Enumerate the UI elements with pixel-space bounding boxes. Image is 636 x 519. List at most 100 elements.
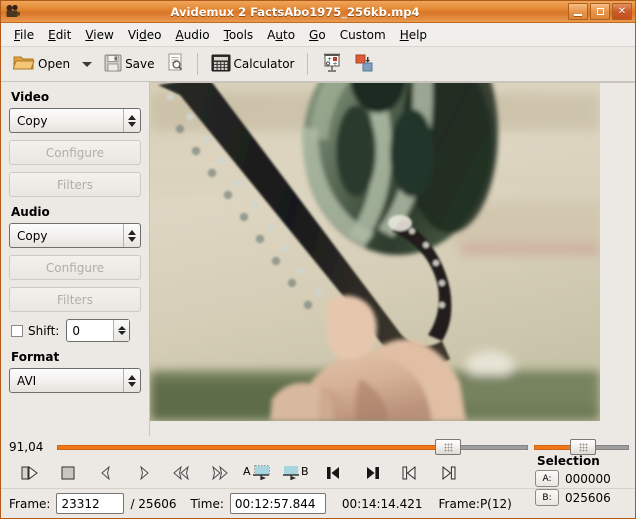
marker-a-icon: A bbox=[242, 463, 274, 483]
video-codec-value: Copy bbox=[10, 114, 123, 128]
chevron-right-icon bbox=[136, 465, 152, 481]
next-frame-button[interactable] bbox=[125, 460, 163, 486]
audio-codec-spinner[interactable] bbox=[123, 224, 140, 247]
audio-codec-combo[interactable]: Copy bbox=[9, 223, 141, 248]
format-container-spinner[interactable] bbox=[123, 369, 140, 392]
minimize-button[interactable] bbox=[568, 3, 588, 20]
chevron-down-icon bbox=[118, 331, 126, 335]
file-info-button[interactable] bbox=[162, 51, 188, 77]
timeline-slider[interactable] bbox=[57, 438, 528, 456]
chevron-up-icon bbox=[128, 375, 136, 380]
save-button[interactable]: Save bbox=[100, 51, 158, 77]
audio-codec-value: Copy bbox=[10, 229, 123, 243]
window-controls: ✕ bbox=[568, 3, 633, 20]
calculator-button[interactable]: Calculator bbox=[207, 51, 299, 77]
selection-b-row: B: 025606 bbox=[533, 489, 631, 506]
audio-shift-row: Shift: 0 bbox=[11, 319, 141, 342]
play-icon bbox=[20, 465, 40, 481]
window-title: Avidemux 2 FactsAbo1975_256kb.mp4 bbox=[22, 5, 568, 19]
format-container-value: AVI bbox=[10, 374, 123, 388]
goto-marker-a-button[interactable] bbox=[315, 460, 353, 486]
menu-file[interactable]: File bbox=[7, 26, 41, 44]
set-marker-b-button[interactable]: B bbox=[277, 460, 315, 486]
chevron-up-icon bbox=[118, 326, 126, 330]
maximize-button[interactable] bbox=[590, 3, 610, 20]
audio-shift-spinner[interactable] bbox=[113, 320, 129, 341]
rewind-button[interactable] bbox=[163, 460, 201, 486]
play-button[interactable] bbox=[11, 460, 49, 486]
frame-label: Frame: bbox=[9, 497, 50, 511]
grip-icon bbox=[579, 443, 588, 452]
menu-go[interactable]: Go bbox=[302, 26, 333, 44]
two-squares-icon bbox=[354, 53, 374, 76]
menu-video[interactable]: Video bbox=[121, 26, 169, 44]
video-section-title: Video bbox=[11, 90, 141, 104]
goto-end-button[interactable] bbox=[429, 460, 467, 486]
save-label: Save bbox=[125, 57, 154, 71]
selection-a-row: A: 000000 bbox=[533, 470, 631, 487]
audio-configure-button: Configure bbox=[9, 255, 141, 280]
skip-forward-filled-icon bbox=[363, 465, 381, 481]
chevron-down-icon[interactable] bbox=[82, 62, 92, 67]
video-preview-area[interactable] bbox=[149, 82, 635, 436]
menu-bar: File Edit View Video Audio Tools Auto Go… bbox=[1, 23, 635, 47]
video-codec-spinner[interactable] bbox=[123, 109, 140, 132]
frame-type-label: Frame:P(12) bbox=[439, 497, 512, 511]
transport-controls: A B bbox=[1, 458, 635, 488]
menu-auto[interactable]: Auto bbox=[260, 26, 302, 44]
stop-button[interactable] bbox=[49, 460, 87, 486]
timeline-handle[interactable] bbox=[435, 439, 461, 455]
audio-shift-value: 0 bbox=[67, 324, 113, 338]
menu-custom[interactable]: Custom bbox=[333, 26, 393, 44]
selection-panel: Selection A: 000000 B: 025606 bbox=[533, 454, 631, 506]
presentation-board-icon: + + bbox=[321, 53, 343, 76]
audio-filters-button: Filters bbox=[9, 287, 141, 312]
menu-view[interactable]: View bbox=[78, 26, 120, 44]
frame-input[interactable]: 23312 bbox=[56, 493, 124, 514]
frame-total-label: / 25606 bbox=[130, 497, 176, 511]
previous-frame-button[interactable] bbox=[87, 460, 125, 486]
queue-button[interactable] bbox=[350, 51, 378, 77]
menu-help[interactable]: Help bbox=[393, 26, 434, 44]
calculator-icon bbox=[211, 54, 231, 75]
chevron-up-icon bbox=[128, 115, 136, 120]
menu-edit[interactable]: Edit bbox=[41, 26, 78, 44]
close-icon: ✕ bbox=[618, 7, 626, 17]
chevron-down-icon bbox=[128, 237, 136, 242]
toolbar-separator bbox=[197, 53, 198, 75]
chevron-left-icon bbox=[98, 465, 114, 481]
video-codec-combo[interactable]: Copy bbox=[9, 108, 141, 133]
toolbar: Open Save bbox=[1, 47, 635, 82]
duration-label: 00:14:14.421 bbox=[342, 497, 423, 511]
set-marker-a-button[interactable]: A bbox=[239, 460, 277, 486]
toolbar-separator-2 bbox=[307, 53, 308, 75]
maximize-icon bbox=[597, 8, 604, 15]
folder-open-icon bbox=[13, 53, 35, 75]
calculator-label: Calculator bbox=[234, 57, 295, 71]
format-section-title: Format bbox=[11, 350, 141, 364]
minimize-icon bbox=[574, 14, 582, 16]
chevron-down-icon bbox=[128, 122, 136, 127]
timeline-fill bbox=[57, 445, 448, 450]
format-container-combo[interactable]: AVI bbox=[9, 368, 141, 393]
audio-shift-checkbox[interactable] bbox=[11, 325, 23, 337]
video-frame[interactable] bbox=[150, 83, 600, 421]
skip-back-outline-icon bbox=[401, 465, 419, 481]
title-bar: Avidemux 2 FactsAbo1975_256kb.mp4 ✕ bbox=[1, 1, 635, 23]
open-button[interactable]: Open bbox=[9, 51, 74, 77]
goto-marker-b-button[interactable] bbox=[353, 460, 391, 486]
time-input[interactable]: 00:12:57.844 bbox=[230, 493, 326, 514]
menu-tools[interactable]: Tools bbox=[217, 26, 261, 44]
rewind-icon bbox=[172, 465, 192, 481]
marker-b-icon: B bbox=[280, 463, 312, 483]
menu-audio[interactable]: Audio bbox=[168, 26, 216, 44]
close-button[interactable]: ✕ bbox=[612, 3, 632, 20]
selection-b-button[interactable]: B: bbox=[535, 489, 559, 506]
audio-shift-spinbox[interactable]: 0 bbox=[66, 319, 130, 342]
jobs-button[interactable]: + + bbox=[317, 51, 347, 77]
selection-a-button[interactable]: A: bbox=[535, 470, 559, 487]
selection-a-value: 000000 bbox=[565, 472, 611, 486]
forward-button[interactable] bbox=[201, 460, 239, 486]
goto-start-button[interactable] bbox=[391, 460, 429, 486]
secondary-handle[interactable] bbox=[570, 439, 596, 455]
